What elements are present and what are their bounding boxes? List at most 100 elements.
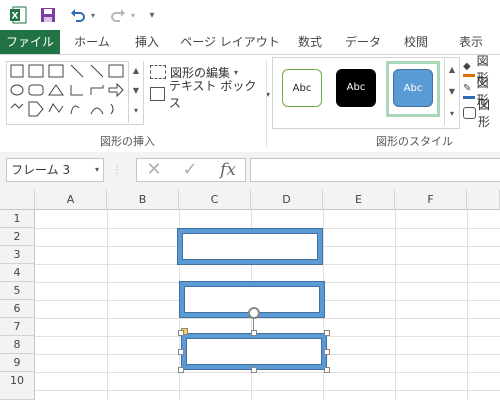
row-header[interactable]: 10 xyxy=(0,372,35,400)
resize-handle-ne[interactable] xyxy=(324,330,330,336)
save-icon[interactable] xyxy=(38,6,58,24)
svg-text:X: X xyxy=(12,12,19,22)
redo-dropdown-icon[interactable]: ▾ xyxy=(128,6,138,24)
block-arrow-shape-icon xyxy=(108,82,124,98)
worksheet-grid[interactable]: A B C D E F 1 2 3 4 5 6 7 8 9 10 xyxy=(0,190,500,400)
shape-effects-label: 図形 xyxy=(478,98,491,129)
column-header[interactable]: E xyxy=(323,190,395,210)
formula-bar-grip-icon: ⋮ xyxy=(112,165,122,176)
chevron-down-icon: ▾ xyxy=(234,67,239,77)
zigzag-shape-icon xyxy=(10,103,24,109)
resize-handle-e[interactable] xyxy=(324,349,330,355)
ribbon: ▲ ▼ ▾ 図形の編集 ▾ テキスト ボックス ▾ 図形の挿入 Abc Abc Ab… xyxy=(0,54,500,153)
insert-shapes-group-label: 図形の挿入 xyxy=(100,135,155,148)
brace-shape-icon xyxy=(110,103,114,115)
textbox-button[interactable]: テキスト ボックス ▾ xyxy=(150,79,270,110)
elbow-connector-icon xyxy=(70,85,83,96)
gridline xyxy=(35,318,500,319)
enter-icon[interactable]: ✓ xyxy=(180,160,200,180)
resize-handle-w[interactable] xyxy=(178,349,184,355)
style-option-blue[interactable]: Abc xyxy=(393,69,433,107)
row-header[interactable]: 7 xyxy=(0,318,35,336)
shape-gallery-scroll[interactable]: ▲ ▼ ▾ xyxy=(128,61,143,123)
elbow-arrow-icon xyxy=(90,85,104,95)
redo-icon[interactable] xyxy=(108,6,128,24)
row-header[interactable]: 6 xyxy=(0,300,35,318)
tab-data[interactable]: データ xyxy=(340,30,386,54)
undo-icon[interactable] xyxy=(68,6,88,24)
cancel-icon[interactable]: ✕ xyxy=(144,160,164,180)
frame-shape-1[interactable] xyxy=(177,228,323,265)
frame-shape-3-body xyxy=(182,334,326,369)
gridline xyxy=(35,372,500,373)
tab-formulas[interactable]: 数式 xyxy=(290,30,330,54)
textbox-label: テキスト ボックス xyxy=(168,79,257,110)
name-box-value: フレーム 3 xyxy=(11,163,71,177)
resize-handle-se[interactable] xyxy=(324,367,330,373)
line-shape-icon xyxy=(70,64,84,78)
resize-handle-sw[interactable] xyxy=(178,367,184,373)
oval-shape-icon xyxy=(10,84,24,96)
tab-home[interactable]: ホーム xyxy=(68,30,116,54)
column-header[interactable]: C xyxy=(179,190,251,210)
undo-dropdown-icon[interactable]: ▾ xyxy=(88,6,98,24)
text-shape-icon xyxy=(28,64,44,78)
customize-qat-icon[interactable]: ▾ xyxy=(146,6,158,24)
pentagon-shape-icon xyxy=(28,101,44,117)
column-header[interactable]: D xyxy=(251,190,323,210)
select-all-corner[interactable] xyxy=(0,190,35,210)
shape-gallery[interactable] xyxy=(6,61,144,125)
rotate-handle[interactable] xyxy=(248,307,260,319)
rounded-rect-shape-icon xyxy=(28,84,44,96)
group-separator xyxy=(266,59,267,147)
chevron-down-icon[interactable]: ▾ xyxy=(95,159,99,181)
tab-review[interactable]: 校閲 xyxy=(396,30,436,54)
ribbon-tabs: ファイル ホーム 挿入 ページ レイアウト 数式 データ 校閲 表示 xyxy=(0,30,500,55)
pen-icon: ✎ xyxy=(463,83,475,99)
shape-effects-button[interactable]: 図形 xyxy=(463,98,500,129)
frame-shape-1-body xyxy=(178,229,322,264)
rectangle-shape-icon xyxy=(108,64,124,78)
style-gallery-scroll[interactable]: ▲ ▼ ▾ xyxy=(444,59,459,125)
row-header[interactable]: 2 xyxy=(0,228,35,246)
textbox-icon xyxy=(150,87,165,101)
row-header[interactable]: 3 xyxy=(0,246,35,264)
formula-input[interactable] xyxy=(250,158,500,182)
textbox-shape-icon xyxy=(10,64,24,78)
name-box[interactable]: フレーム 3 ▾ xyxy=(6,158,104,182)
resize-handle-nw[interactable] xyxy=(178,330,184,336)
shape-styles-group-label: 図形のスタイル xyxy=(376,135,453,148)
tab-page-layout[interactable]: ページ レイアウト xyxy=(180,30,280,54)
gridline xyxy=(35,390,500,391)
shape-effects-icon xyxy=(463,107,476,119)
row-header[interactable]: 5 xyxy=(0,282,35,300)
paint-bucket-icon: ◆ xyxy=(463,61,475,77)
arc-shape-icon xyxy=(70,105,80,115)
excel-logo-icon: X xyxy=(8,6,28,24)
arrow-line-shape-icon xyxy=(90,64,104,78)
column-header[interactable]: A xyxy=(35,190,107,210)
quick-access-toolbar: X ▾ ▾ ▾ xyxy=(0,0,500,30)
freeform-shape-icon xyxy=(48,103,64,113)
style-option-dark[interactable]: Abc xyxy=(336,69,376,107)
edit-shape-icon xyxy=(150,65,166,79)
row-header[interactable]: 1 xyxy=(0,210,35,228)
row-header[interactable]: 4 xyxy=(0,264,35,282)
tab-insert[interactable]: 挿入 xyxy=(126,30,168,54)
triangle-shape-icon xyxy=(48,84,64,96)
tab-file[interactable]: ファイル xyxy=(0,30,60,54)
style-option-outline[interactable]: Abc xyxy=(282,69,322,107)
column-header[interactable]: F xyxy=(395,190,467,210)
formula-bar-area: フレーム 3 ▾ ⋮ ✕ ✓ fx xyxy=(0,152,500,190)
column-header[interactable]: B xyxy=(107,190,179,210)
vtext-shape-icon xyxy=(48,64,64,78)
resize-handle-n[interactable] xyxy=(251,330,257,336)
tab-view[interactable]: 表示 xyxy=(448,30,494,54)
column-header[interactable] xyxy=(467,190,500,210)
resize-handle-s[interactable] xyxy=(251,367,257,373)
insert-function-button[interactable]: fx xyxy=(214,160,242,180)
frame-shape-3[interactable] xyxy=(181,333,327,370)
row-header[interactable]: 9 xyxy=(0,354,35,372)
row-header[interactable]: 8 xyxy=(0,336,35,354)
curve-shape-icon xyxy=(90,107,104,115)
